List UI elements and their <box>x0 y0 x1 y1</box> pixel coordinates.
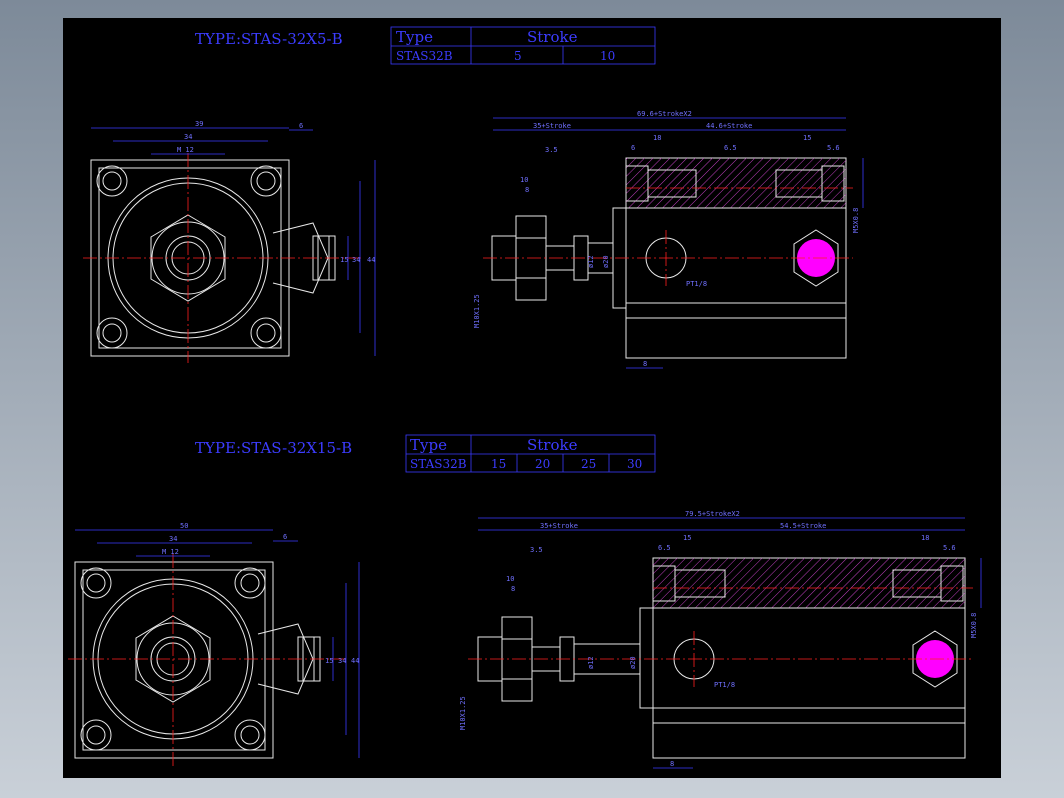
dim-thread: M 12 <box>162 548 179 556</box>
dim-rod-thread: M10X1.25 <box>459 696 467 730</box>
table-stroke-value: 30 <box>627 457 642 471</box>
table-stroke-value: 20 <box>535 457 550 471</box>
dim-rod-thread: M10X1.25 <box>473 294 481 328</box>
stroke-table: Type Stroke STAS32B 5 10 <box>390 26 656 65</box>
dim-rod-length: 35+Stroke <box>533 122 571 130</box>
dim-right-offset: 5.6 <box>827 144 840 152</box>
dim-right-offset: 5.6 <box>943 544 956 552</box>
dim-port-position: 8 <box>643 360 647 368</box>
dim-boss-dia: ø20 <box>602 255 610 268</box>
table-stroke-value: 10 <box>600 49 615 63</box>
dim-body-length: 54.5+Stroke <box>780 522 826 530</box>
stroke-table: Type Stroke STAS32B 15 20 25 30 <box>405 434 656 473</box>
dim-overall-length: 69.6+StrokeX2 <box>637 110 692 118</box>
dim-mount-thread: M5X0.8 <box>852 208 860 233</box>
dim-rod-step: 3.5 <box>545 146 558 154</box>
dim-port-thread: PT1/8 <box>686 280 707 288</box>
dim-overall-length: 79.5+StrokeX2 <box>685 510 740 518</box>
dim-bolt-vertical: 34 <box>338 657 346 665</box>
dim-fitting: 15 <box>325 657 333 665</box>
front-view: 50 34 M 12 6 15 34 44 <box>68 522 359 766</box>
dim-offset: 6 <box>283 533 287 541</box>
table-header-type: Type <box>410 436 447 454</box>
dim-width: 39 <box>195 120 203 128</box>
table-model: STAS32B <box>396 49 453 63</box>
drawing-top: TYPE:STAS-32X5-B Type Stroke STAS32B 5 1… <box>83 26 864 369</box>
dim-offset: 6 <box>299 122 303 130</box>
dim-rod-length: 35+Stroke <box>540 522 578 530</box>
dim-thread: M 12 <box>177 146 194 154</box>
drawing-title: TYPE:STAS-32X5-B <box>195 30 343 48</box>
drawing-canvas: TYPE:STAS-32X5-B Type Stroke STAS32B 5 1… <box>63 18 1001 778</box>
table-header-stroke: Stroke <box>527 28 578 46</box>
dim-body-length: 44.6+Stroke <box>706 122 752 130</box>
table-stroke-value: 5 <box>514 49 522 63</box>
dim-port-position: 8 <box>670 760 674 768</box>
dim-height: 44 <box>351 657 359 665</box>
dim-rod-dia: ø12 <box>587 255 595 268</box>
side-view: 69.6+StrokeX2 35+Stroke 44.6+Stroke 18 6… <box>473 110 864 369</box>
front-view: 39 34 M 12 6 15 34 44 <box>83 120 375 363</box>
dim-nut-length: 10 <box>520 176 528 184</box>
dim-port-thread: PT1/8 <box>714 681 735 689</box>
table-stroke-value: 25 <box>581 457 596 471</box>
dim-center: 6.5 <box>724 144 737 152</box>
dim-nut-width: 8 <box>525 186 529 194</box>
table-header-type: Type <box>396 28 433 46</box>
dim-bolt-vertical: 34 <box>352 256 360 264</box>
side-view: 79.5+StrokeX2 35+Stroke 54.5+Stroke 15 1… <box>459 510 982 769</box>
dim-height: 44 <box>367 256 375 264</box>
drawing-bottom: TYPE:STAS-32X15-B Type Stroke STAS32B 15… <box>68 434 982 769</box>
dim-bolt-spacing: 34 <box>169 535 177 543</box>
dim-port-offset: 6 <box>631 144 635 152</box>
dim-nut-width: 8 <box>511 585 515 593</box>
dim-port-right: 15 <box>803 134 811 142</box>
dim-port-left: 18 <box>653 134 661 142</box>
dim-fitting: 15 <box>340 256 348 264</box>
table-stroke-value: 15 <box>491 457 506 471</box>
table-header-stroke: Stroke <box>527 436 578 454</box>
dim-width: 50 <box>180 522 188 530</box>
dim-port-right: 18 <box>921 534 929 542</box>
dim-rod-dia: ø12 <box>587 656 595 669</box>
cad-drawing: TYPE:STAS-32X5-B Type Stroke STAS32B 5 1… <box>68 26 982 769</box>
dim-rod-step: 3.5 <box>530 546 543 554</box>
dim-nut-length: 10 <box>506 575 514 583</box>
table-model: STAS32B <box>410 457 467 471</box>
dim-boss-dia: ø20 <box>629 656 637 669</box>
dim-port-offset: 6.5 <box>658 544 671 552</box>
dim-port-left: 15 <box>683 534 691 542</box>
dim-mount-thread: M5X0.8 <box>970 613 978 638</box>
dim-bolt-spacing: 34 <box>184 133 192 141</box>
drawing-title: TYPE:STAS-32X15-B <box>195 439 352 457</box>
